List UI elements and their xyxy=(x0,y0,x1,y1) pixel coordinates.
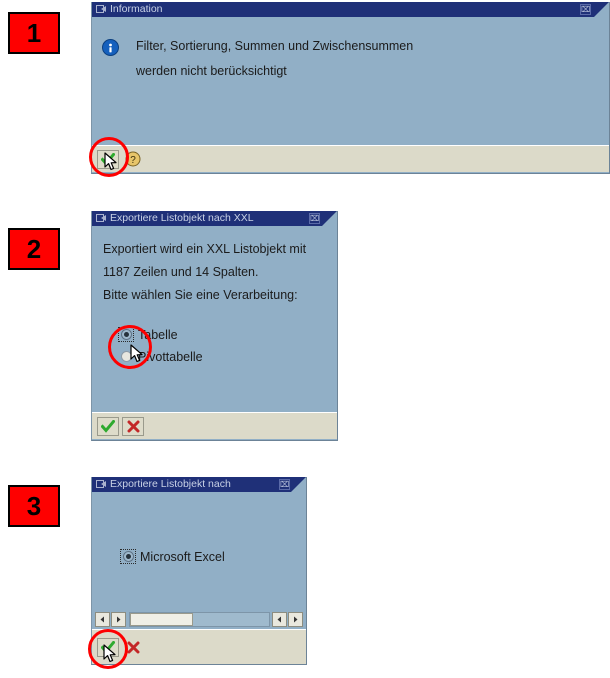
confirm-button[interactable] xyxy=(97,637,119,657)
dialog3-footer xyxy=(92,629,306,664)
step-badge-1-label: 1 xyxy=(26,18,42,48)
titlebar-corner-cut xyxy=(291,477,306,492)
close-icon[interactable]: ⌧ xyxy=(279,479,290,490)
titlebar-corner-cut xyxy=(322,211,337,226)
radio-option-label: Microsoft Excel xyxy=(140,549,225,564)
export-target-dialog: Exportiere Listobjekt nach ⌧ Microsoft E… xyxy=(91,477,307,665)
radio-option-tabelle[interactable]: Tabelle xyxy=(118,327,178,342)
dialog1-message-line-1: Filter, Sortierung, Summen und Zwischens… xyxy=(136,39,414,53)
close-icon[interactable]: ⌧ xyxy=(309,213,320,224)
continue-button[interactable] xyxy=(97,149,119,169)
radio-selected-dot xyxy=(125,554,131,559)
dialog2-message-line-2: 1187 Zeilen und 14 Spalten. xyxy=(103,265,259,279)
cancel-button[interactable] xyxy=(122,638,144,657)
dialog2-titlebar[interactable]: Exportiere Listobjekt nach XXL ⌧ xyxy=(92,211,337,226)
scrollbar-thumb[interactable] xyxy=(130,613,193,626)
svg-text:?: ? xyxy=(130,155,136,166)
titlebar-corner-cut xyxy=(594,2,609,17)
scroll-left-arrow-1[interactable] xyxy=(95,612,110,627)
radio-selected-dot xyxy=(123,332,129,337)
dialog2-footer xyxy=(92,412,337,439)
info-icon xyxy=(102,39,119,56)
dialog3-title: Exportiere Listobjekt nach xyxy=(110,478,231,490)
dialog1-footer: ? xyxy=(92,145,609,172)
dialog1-message-line-2: werden nicht berücksichtigt xyxy=(136,64,287,78)
step-badge-2: 2 xyxy=(8,228,60,270)
cancel-button[interactable] xyxy=(122,416,144,436)
radio-indicator[interactable] xyxy=(118,349,134,364)
help-button[interactable]: ? xyxy=(122,150,144,169)
dialog2-message-line-3: Bitte wählen Sie eine Verarbeitung: xyxy=(103,288,298,302)
step-badge-2-label: 2 xyxy=(26,234,42,264)
dialog3-body: Microsoft Excel xyxy=(92,492,306,610)
radio-option-label: Pivottabelle xyxy=(138,349,203,364)
radio-circle xyxy=(120,351,132,362)
dialog2-title: Exportiere Listobjekt nach XXL xyxy=(110,212,254,224)
step-badge-3: 3 xyxy=(8,485,60,527)
horizontal-scrollbar[interactable] xyxy=(92,610,306,629)
dialog1-title: Information xyxy=(110,3,163,15)
dialog2-message-line-1: Exportiert wird ein XXL Listobjekt mit xyxy=(103,242,307,256)
system-menu-icon[interactable] xyxy=(96,214,107,223)
close-icon[interactable]: ⌧ xyxy=(580,4,591,15)
radio-option-microsoft-excel[interactable]: Microsoft Excel xyxy=(120,549,225,564)
radio-circle xyxy=(120,329,132,340)
information-dialog: Information ⌧ Filter, Sortierung, Summen… xyxy=(91,2,610,174)
radio-option-pivottabelle[interactable]: Pivottabelle xyxy=(118,349,203,364)
export-xxl-dialog: Exportiere Listobjekt nach XXL ⌧ Exporti… xyxy=(91,211,338,441)
radio-indicator[interactable] xyxy=(120,549,136,564)
scroll-right-arrow-2[interactable] xyxy=(288,612,303,627)
step-badge-3-label: 3 xyxy=(26,491,42,521)
radio-indicator[interactable] xyxy=(118,327,134,342)
step-badge-1: 1 xyxy=(8,12,60,54)
dialog3-titlebar[interactable]: Exportiere Listobjekt nach ⌧ xyxy=(92,477,306,492)
radio-option-label: Tabelle xyxy=(138,327,178,342)
radio-circle xyxy=(122,551,134,562)
scroll-left-arrow-2[interactable] xyxy=(272,612,287,627)
dialog2-body: Exportiert wird ein XXL Listobjekt mit 1… xyxy=(92,226,337,412)
confirm-button[interactable] xyxy=(97,416,119,436)
dialog1-titlebar[interactable]: Information ⌧ xyxy=(92,2,609,17)
dialog1-body: Filter, Sortierung, Summen und Zwischens… xyxy=(92,17,609,145)
scrollbar-track[interactable] xyxy=(129,612,270,627)
scroll-right-arrow-1[interactable] xyxy=(111,612,126,627)
system-menu-icon[interactable] xyxy=(96,5,107,14)
system-menu-icon[interactable] xyxy=(96,480,107,489)
